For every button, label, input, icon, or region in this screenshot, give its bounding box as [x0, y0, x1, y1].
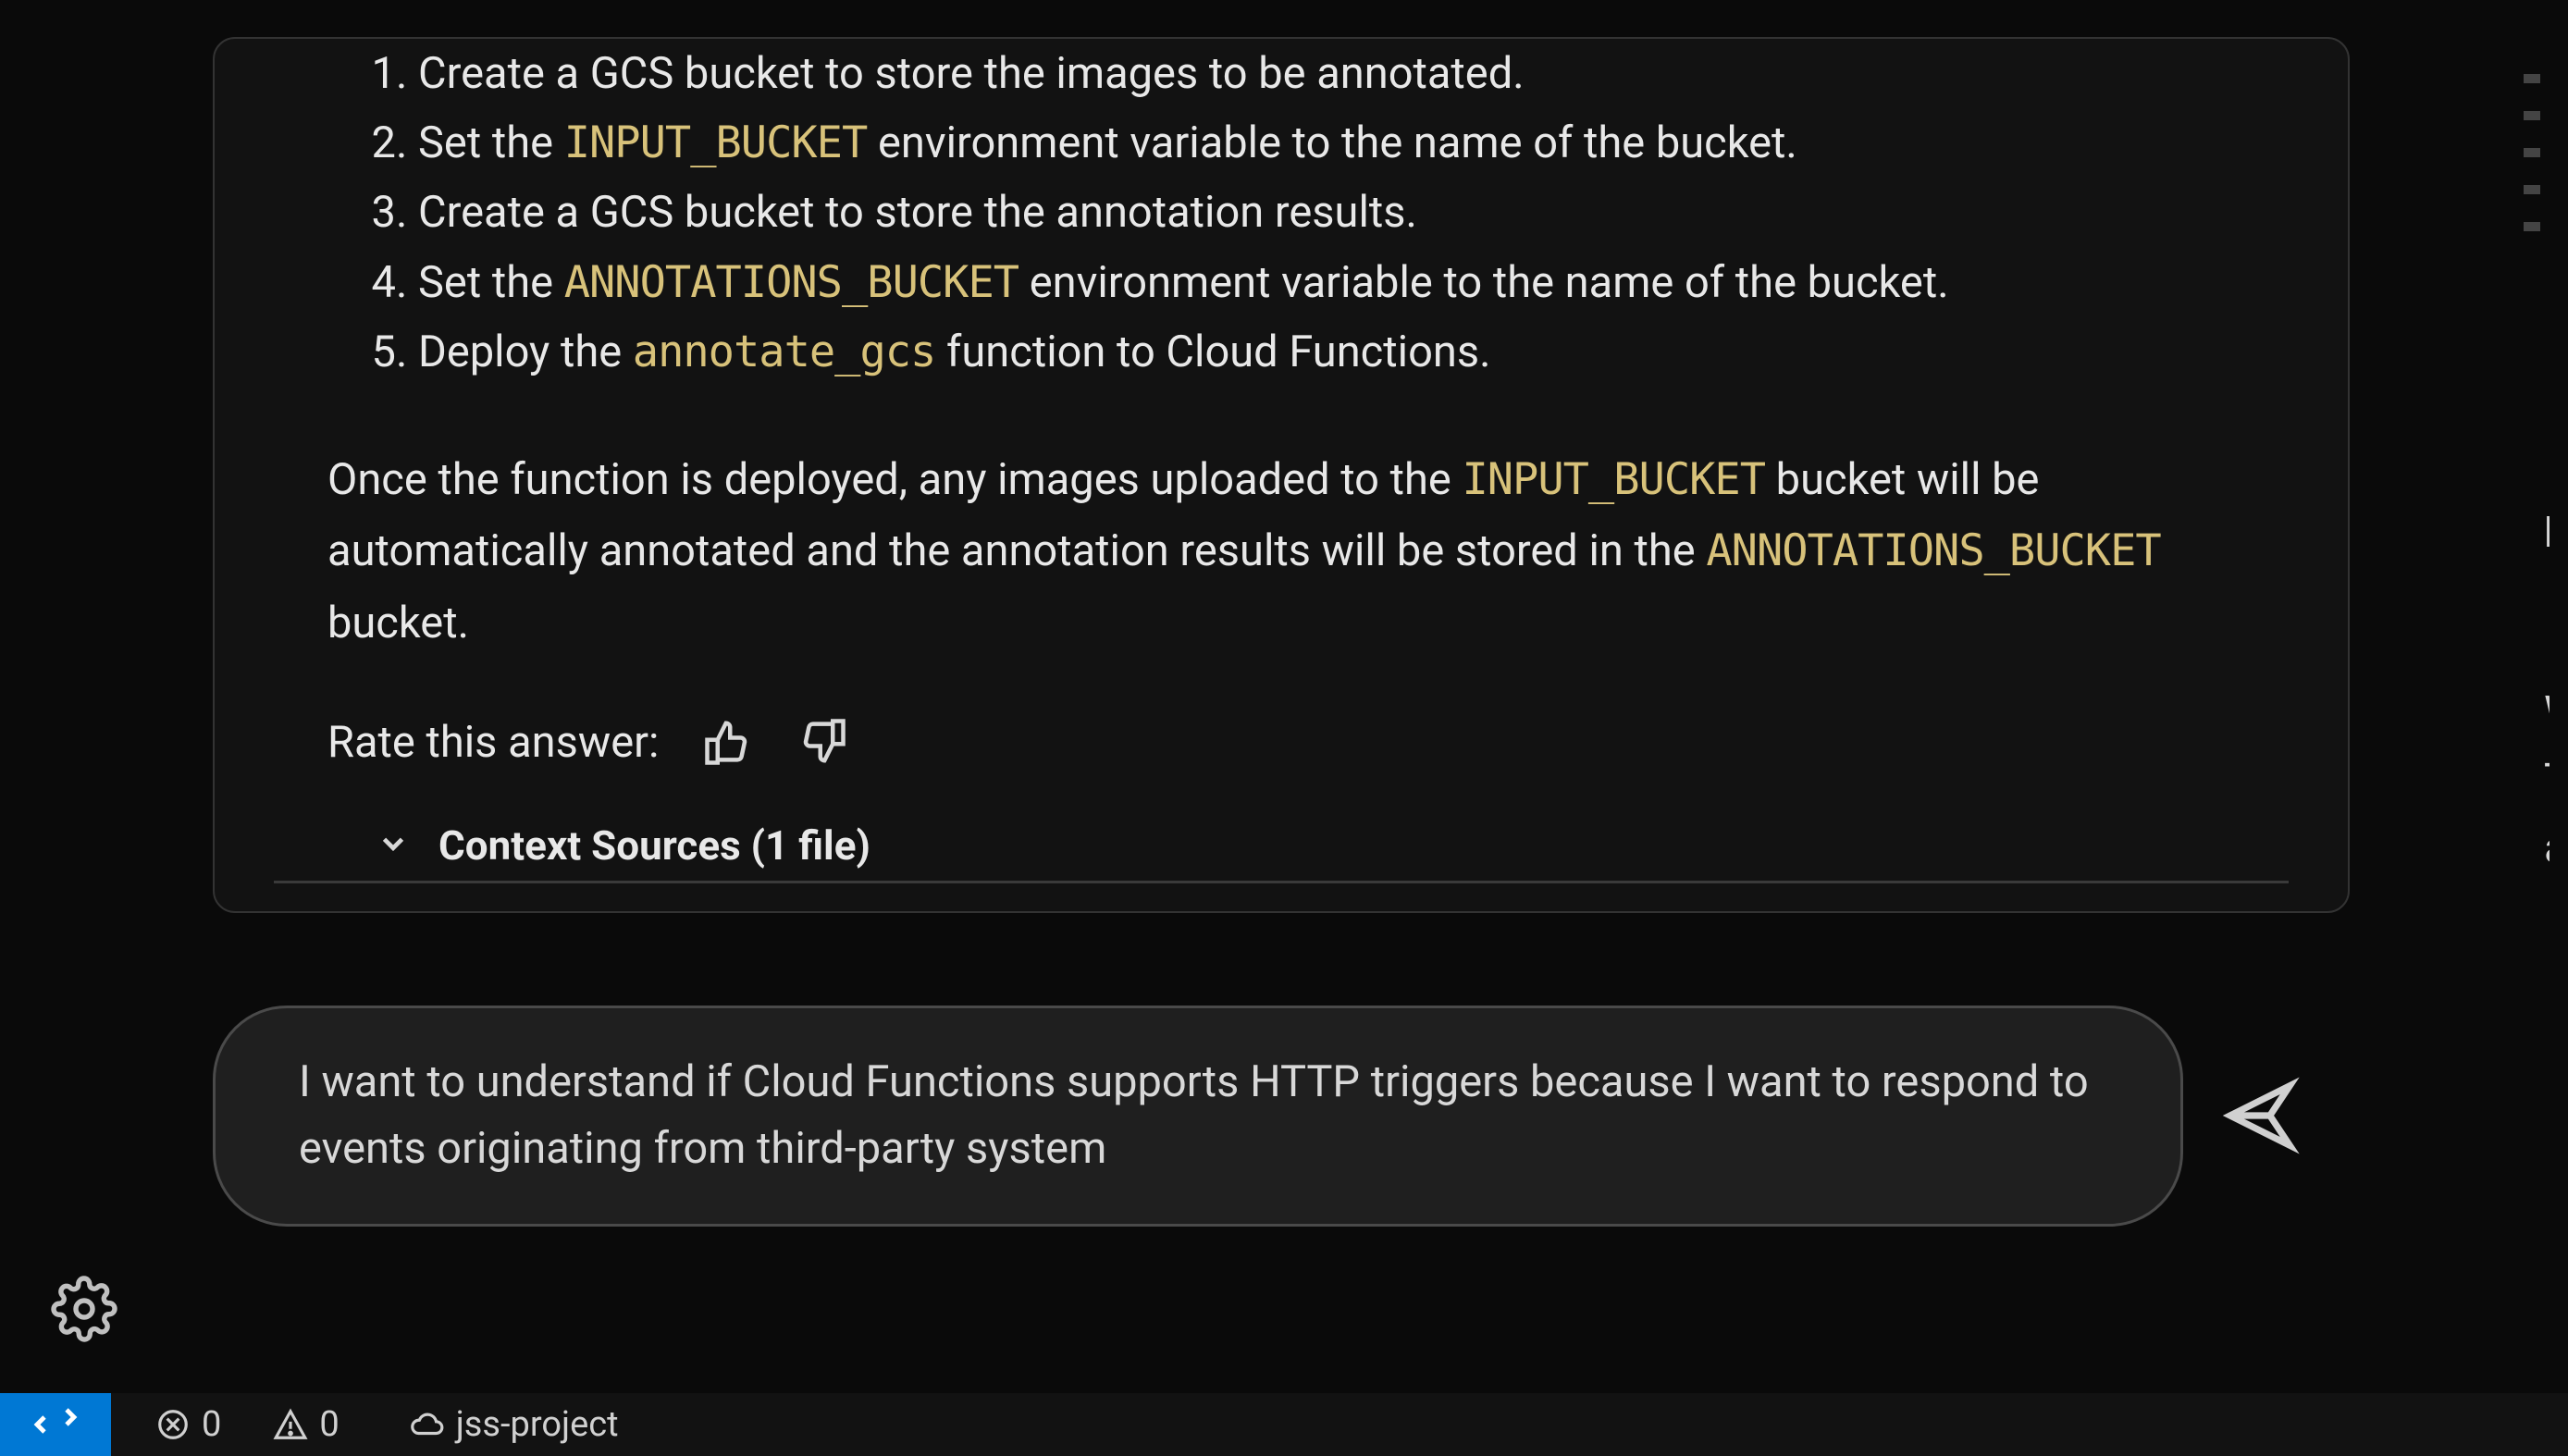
- chat-input[interactable]: I want to understand if Cloud Functions …: [213, 1006, 2183, 1228]
- settings-button[interactable]: [51, 1276, 117, 1345]
- chat-response-card: Create a GCS bucket to store the images …: [213, 37, 2350, 913]
- list-text: Set the: [418, 257, 564, 308]
- thumbs-down-icon: [797, 717, 847, 767]
- instruction-list: Create a GCS bucket to store the images …: [270, 39, 2292, 387]
- minimap[interactable]: [2525, 74, 2540, 231]
- chat-input-text: I want to understand if Cloud Functions …: [299, 1056, 2089, 1175]
- context-sources-label: Context Sources (1 file): [438, 821, 870, 870]
- remote-indicator[interactable]: [0, 1393, 111, 1456]
- list-item: Create a GCS bucket to store the annotat…: [418, 178, 2292, 247]
- status-errors[interactable]: 0: [130, 1404, 247, 1445]
- chat-input-row: I want to understand if Cloud Functions …: [37, 1006, 2525, 1228]
- list-item: Deploy the annotate_gcs function to Clou…: [418, 317, 2292, 387]
- rate-label: Rate this answer:: [327, 717, 659, 768]
- send-icon: [2220, 1076, 2300, 1155]
- status-warnings[interactable]: 0: [247, 1404, 364, 1445]
- side-panel-text: ac: [2544, 815, 2549, 883]
- warning-icon: [273, 1407, 308, 1442]
- side-panel-text: We: [2544, 679, 2549, 747]
- status-warnings-count: 0: [319, 1404, 339, 1445]
- thumbs-up-icon: [703, 717, 753, 767]
- inline-code: annotate_gcs: [633, 327, 936, 377]
- list-text: environment variable to the name of the …: [867, 117, 1797, 168]
- list-item: Create a GCS bucket to store the images …: [418, 39, 2292, 108]
- thumbs-down-button[interactable]: [797, 717, 847, 767]
- list-text: Deploy the: [418, 327, 633, 377]
- side-panel-header: PF: [2544, 500, 2549, 568]
- rate-answer-row: Rate this answer:: [270, 717, 2292, 768]
- send-button[interactable]: [2220, 1076, 2300, 1155]
- list-text: function to Cloud Functions.: [935, 327, 1490, 377]
- response-paragraph: Once the function is deployed, any image…: [270, 444, 2292, 660]
- status-bar: 0 0 jss-project: [0, 1393, 2568, 1456]
- thumbs-up-button[interactable]: [703, 717, 753, 767]
- cloud-icon: [410, 1407, 445, 1442]
- chevron-down-icon: [376, 826, 411, 865]
- status-project[interactable]: jss-project: [384, 1404, 645, 1445]
- inline-code: ANNOTATIONS_BUCKET: [564, 257, 1019, 308]
- side-panel-text: To: [2544, 747, 2549, 815]
- remote-icon: [33, 1402, 78, 1447]
- paragraph-text: bucket.: [327, 598, 469, 648]
- paragraph-text: Once the function is deployed, any image…: [327, 454, 1462, 505]
- gear-icon: [51, 1276, 117, 1342]
- inline-code: INPUT_BUCKET: [1462, 454, 1765, 505]
- list-item: Set the INPUT_BUCKET environment variabl…: [418, 108, 2292, 178]
- inline-code: ANNOTATIONS_BUCKET: [1706, 525, 2160, 576]
- list-text: Create a GCS bucket to store the images …: [418, 48, 1525, 99]
- status-project-name: jss-project: [456, 1404, 619, 1445]
- list-text: environment variable to the name of the …: [1019, 257, 1949, 308]
- status-errors-count: 0: [202, 1404, 221, 1445]
- list-text: Set the: [418, 117, 564, 168]
- list-item: Set the ANNOTATIONS_BUCKET environment v…: [418, 248, 2292, 317]
- list-text: Create a GCS bucket to store the annotat…: [418, 187, 1417, 238]
- error-icon: [155, 1407, 191, 1442]
- side-panel: PF We To ac: [2525, 37, 2549, 1393]
- context-sources-toggle[interactable]: Context Sources (1 file): [274, 821, 2289, 883]
- inline-code: INPUT_BUCKET: [564, 117, 868, 168]
